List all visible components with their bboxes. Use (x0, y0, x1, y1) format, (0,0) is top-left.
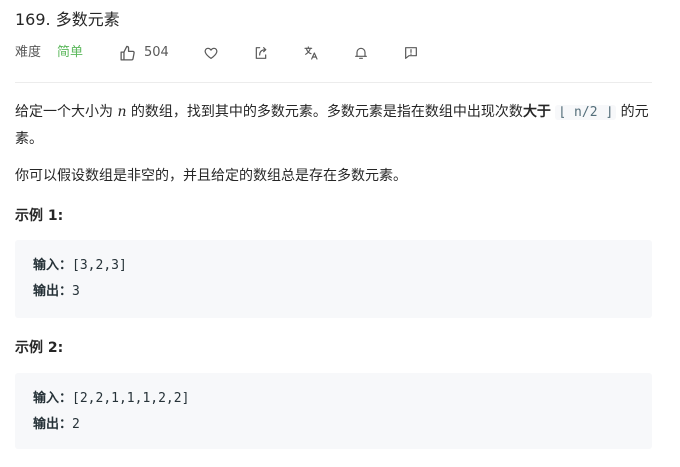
feedback-button[interactable] (401, 42, 421, 64)
difficulty-label: 难度 (15, 45, 42, 60)
problem-page: 169. 多数元素 难度 简单 504 给定一个大小为 n 的数组，找到其中的多… (0, 0, 680, 467)
share-icon (255, 47, 267, 59)
bell-icon (355, 47, 367, 59)
feedback-icon (405, 47, 417, 59)
example-2-block: 输入：[2,2,1,1,1,2,2] 输出：2 (15, 373, 652, 449)
example-1-output: 输出：3 (33, 279, 80, 305)
output-value: 3 (72, 284, 80, 299)
description-text: 给定一个大小为 (15, 104, 118, 120)
description-paragraph-1: 给定一个大小为 n 的数组，找到其中的多数元素。多数元素是指在数组中出现次数大于… (15, 99, 660, 152)
translate-button[interactable] (301, 42, 321, 64)
description-paragraph-2: 你可以假设数组是非空的，并且给定的数组总是存在多数元素。 (15, 168, 407, 184)
example-2-heading: 示例 2: (15, 340, 64, 356)
output-label: 输出： (33, 284, 73, 299)
notify-button[interactable] (351, 42, 371, 64)
floor-n-half-code: ⌊ n/2 ⌋ (555, 105, 617, 120)
example-1-block: 输入：[3,2,3] 输出：3 (15, 240, 652, 318)
input-value: [3,2,3] (72, 258, 127, 273)
problem-description: 给定一个大小为 n 的数组，找到其中的多数元素。多数元素是指在数组中出现次数大于… (15, 99, 660, 449)
difficulty-badge: 简单 (57, 45, 84, 60)
problem-meta-bar: 难度 简单 504 (15, 42, 655, 64)
header-divider (15, 82, 652, 83)
input-label: 输入： (33, 391, 73, 406)
output-value: 2 (72, 417, 80, 432)
translate-icon (304, 46, 318, 60)
problem-title: 169. 多数元素 (15, 10, 120, 29)
example-1-heading: 示例 1: (15, 208, 64, 224)
output-label: 输出： (33, 417, 73, 432)
thumbs-up-icon (120, 45, 135, 61)
example-2-output: 输出：2 (33, 412, 80, 438)
like-count: 504 (144, 45, 169, 60)
like-button[interactable]: 504 (119, 42, 169, 64)
example-1-input: 输入：[3,2,3] (33, 253, 127, 279)
share-button[interactable] (251, 42, 271, 64)
input-label: 输入： (33, 258, 73, 273)
description-text: 的数组，找到其中的多数元素。多数元素是指在数组中出现次数 (126, 104, 523, 120)
example-2-input: 输入：[2,2,1,1,1,2,2] (33, 386, 189, 412)
heart-icon (204, 47, 218, 59)
favorite-button[interactable] (201, 42, 221, 64)
emphasis-text: 大于 (522, 104, 551, 120)
input-value: [2,2,1,1,1,2,2] (72, 391, 190, 406)
